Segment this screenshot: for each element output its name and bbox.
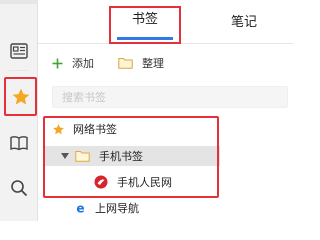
active-tab-indicator [117, 37, 173, 40]
reading-button[interactable] [6, 130, 32, 156]
tree-next-label: 上网导航 [95, 202, 139, 215]
tab-notes-label: 笔记 [230, 15, 257, 30]
tree-item-label: 手机人民网 [117, 176, 172, 189]
tree-root-label: 网络书签 [73, 123, 117, 136]
tab-bookmarks-label: 书签 [131, 12, 158, 27]
tree-folder-label: 手机书签 [99, 150, 143, 163]
organize-button[interactable]: 整理 [118, 55, 164, 71]
svg-text:e: e [76, 202, 84, 215]
tree-item-web-navigation[interactable]: e 上网导航 [44, 198, 220, 218]
tree-item-people-daily[interactable]: 手机人民网 [44, 172, 220, 192]
tab-bookmarks[interactable]: 书签 [109, 6, 181, 44]
plus-icon [52, 58, 63, 68]
star-icon [53, 123, 64, 134]
rail-top-strip [0, 0, 38, 4]
ie-icon: e [76, 202, 84, 215]
add-label: 添加 [72, 57, 94, 70]
star-icon [12, 88, 29, 104]
card-icon [10, 43, 28, 59]
folder-icon [75, 151, 90, 162]
bookmarks-rail-button[interactable] [4, 77, 37, 116]
bookmark-toolbar: 添加 整理 [52, 54, 188, 72]
expand-arrow-icon[interactable] [61, 152, 69, 160]
search-rail-button[interactable] [6, 175, 32, 201]
tree-item-network-bookmarks[interactable]: 网络书签 [44, 119, 220, 139]
tab-bar: 书签 笔记 [38, 0, 294, 44]
rail-separator [9, 70, 29, 71]
organize-label: 整理 [142, 57, 164, 70]
book-icon [10, 136, 28, 151]
tab-notes[interactable]: 笔记 [224, 12, 264, 34]
bookmark-search-input[interactable] [52, 86, 288, 108]
folder-icon [118, 58, 133, 69]
tree-item-mobile-bookmarks[interactable]: 手机书签 [44, 146, 220, 166]
card-button[interactable] [6, 38, 32, 64]
add-bookmark-button[interactable]: 添加 [52, 55, 94, 71]
search-icon [11, 180, 28, 197]
people-daily-icon [94, 175, 108, 189]
sidebar-rail [0, 0, 38, 221]
